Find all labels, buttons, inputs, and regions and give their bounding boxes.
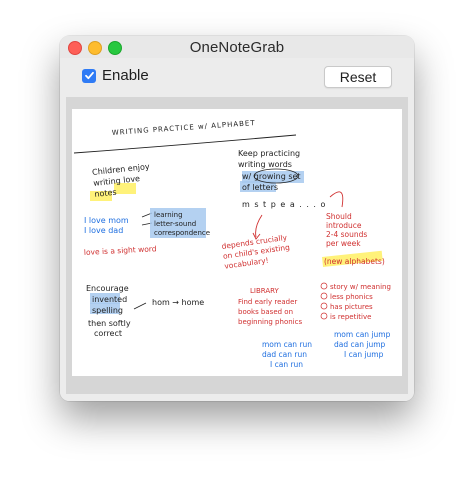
note-text-red: Should — [326, 212, 352, 221]
note-text-red: love is a sight word — [84, 244, 157, 257]
svg-text:Should introduce: Should introduce 2-4 sounds per week (ne… — [324, 212, 385, 266]
note-text-blue: I love mom — [84, 216, 129, 225]
svg-text:mom can jump dad can: mom can jump dad can jump I can jump — [334, 330, 393, 359]
note-text: learning — [154, 211, 183, 219]
note-text-blue: dad can run — [262, 350, 307, 359]
note-text-blue: I can jump — [344, 350, 384, 359]
note-text: Encourage — [86, 284, 129, 293]
note-text: letter-sound — [154, 220, 196, 228]
note-text: correspondence — [154, 229, 210, 237]
title-bar: OneNoteGrab — [60, 36, 414, 58]
note-text: of letters — [242, 183, 278, 192]
note-text-red: beginning phonics — [238, 318, 302, 326]
note-text-red: 2-4 sounds — [326, 230, 367, 239]
svg-text:I love mom I love da: I love mom I love dad — [84, 216, 131, 235]
note-text: Keep practicing — [238, 149, 300, 158]
note-text: notes — [94, 188, 117, 199]
checkmark-icon — [84, 71, 94, 80]
svg-text:LIBRARY Find early r: LIBRARY Find early reader books based on… — [238, 287, 302, 326]
note-text-blue: I can run — [270, 360, 303, 369]
note-text-red: (new alphabets) — [324, 257, 385, 266]
close-window-button[interactable] — [68, 41, 82, 55]
note-text: correct — [94, 329, 122, 338]
note-text-red: per week — [326, 239, 361, 248]
zoom-window-button[interactable] — [108, 41, 122, 55]
app-window: OneNoteGrab Enable Reset WRITING PRACTIC… — [60, 36, 414, 401]
capture-area: WRITING PRACTICE w/ ALPHABET Children en… — [66, 97, 408, 394]
note-text-red: story w/ meaning — [330, 283, 391, 291]
note-text-blue: I love dad — [84, 226, 123, 235]
note-text-red: books based on — [238, 308, 293, 316]
note-letters: m s t p e a . . . o — [242, 200, 326, 209]
note-text: then softly — [88, 319, 131, 328]
note-text-red: Find early reader — [238, 298, 297, 306]
enable-checkbox[interactable] — [82, 68, 96, 83]
note-text: invented — [92, 295, 127, 304]
note-text: hom → home — [152, 298, 204, 307]
svg-text:Encourage invented: Encourage invented spelling then softly … — [86, 284, 133, 338]
note-text-blue: dad can jump — [334, 340, 386, 349]
svg-text:Keep practicing writ: Keep practicing writing words w/ growing… — [238, 149, 303, 192]
note-text-blue: mom can jump — [334, 330, 391, 339]
note-text-red: LIBRARY — [250, 287, 280, 295]
note-text: writing words — [238, 160, 292, 169]
note-text-red: introduce — [326, 221, 362, 230]
svg-text:depends crucially on: depends crucially on child's existing vo… — [221, 232, 294, 270]
note-text-red: has pictures — [330, 303, 373, 311]
note-text: Children enjoy — [92, 162, 151, 177]
captured-note-image: WRITING PRACTICE w/ ALPHABET Children en… — [72, 109, 402, 376]
minimize-window-button[interactable] — [88, 41, 102, 55]
note-text-red: less phonics — [330, 293, 373, 301]
note-heading: WRITING PRACTICE w/ ALPHABET — [112, 119, 256, 137]
note-text-red: is repetitive — [330, 313, 371, 321]
svg-text:story w/ meaning les: story w/ meaning less phonics has pictur… — [330, 283, 393, 321]
svg-text:mom can run dad can: mom can run dad can run I can run — [262, 340, 314, 369]
note-text: w/ growing set — [242, 172, 301, 181]
enable-label: Enable — [102, 67, 149, 84]
note-text-blue: mom can run — [262, 340, 312, 349]
toolbar: Enable Reset — [60, 58, 414, 96]
note-text: spelling — [92, 306, 123, 315]
handwritten-note: WRITING PRACTICE w/ ALPHABET Children en… — [73, 119, 393, 369]
window-title: OneNoteGrab — [189, 38, 285, 56]
reset-button[interactable]: Reset — [324, 66, 392, 88]
enable-toggle[interactable]: Enable — [82, 67, 149, 84]
